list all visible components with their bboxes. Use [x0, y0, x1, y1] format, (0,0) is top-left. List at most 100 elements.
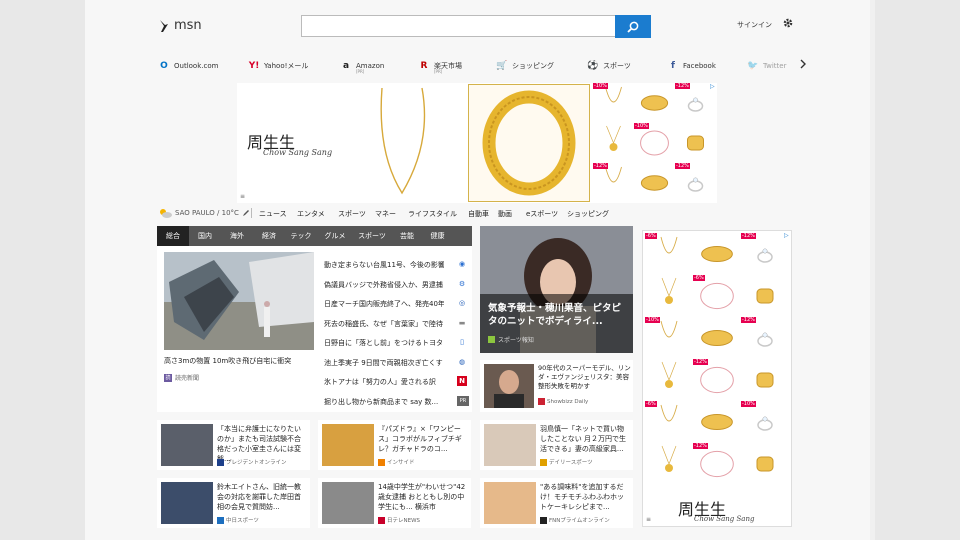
tab-6[interactable]: スポーツ	[353, 226, 391, 246]
adchoices-icon[interactable]: ▷	[710, 83, 715, 90]
headline-item[interactable]: 氷トアナは「努力の人」愛される訳	[324, 377, 444, 387]
quicklink-outlook[interactable]: O Outlook.com	[158, 58, 218, 74]
category-7[interactable]: eスポーツ	[526, 209, 558, 219]
news-card[interactable]: 「本当に弁護士になりたいのか」またも司法試験不合格だった小室圭さんには変態...…	[157, 420, 310, 470]
ad-banner-top[interactable]: 周生生 Chow Sang Sang -10% -12% -10% -12% -12% …	[237, 83, 717, 203]
card-source: 中日スポーツ	[217, 516, 259, 524]
tab-4[interactable]: テック	[285, 226, 317, 246]
quicklink-label: スポーツ	[603, 62, 631, 70]
news-card[interactable]: 14歳中学生が"わいせつ"42歳女逮捕 おとともし別の中学生にも... 横浜市日…	[318, 478, 471, 528]
signin-link[interactable]: サインイン	[737, 20, 772, 30]
card-source: デイリースポーツ	[540, 458, 593, 466]
category-8[interactable]: ショッピング	[567, 209, 609, 219]
quicklink-rakuten[interactable]: R 楽天市場 [PR]	[418, 58, 462, 74]
scrollbar[interactable]	[870, 0, 875, 540]
gold-necklace-image	[380, 87, 426, 195]
msn-logo[interactable]: msn	[158, 18, 202, 33]
headline-item[interactable]: 日産マーチ国内販売終了へ、発売40年	[324, 299, 444, 309]
category-3[interactable]: マネー	[375, 209, 396, 219]
cloud-icon: ◉	[458, 260, 466, 268]
jewelry-tile	[701, 245, 733, 263]
card-source: FNNプライムオンライン	[540, 516, 610, 524]
jewelry-tile	[640, 95, 669, 111]
category-0[interactable]: ニュース	[259, 209, 287, 219]
ad-banner-side[interactable]: -6% -12% -6% -10% -12% -12% -6% -10% -12% 周生生 Ch…	[642, 230, 792, 527]
chevron-right-icon[interactable]	[799, 59, 807, 69]
jewelry-tile	[640, 130, 669, 156]
headline-item[interactable]: 掘り出し物から新商品まで say 数...	[324, 397, 444, 407]
quicklink-facebook[interactable]: f Facebook	[667, 58, 716, 74]
jewelry-tile	[687, 135, 704, 151]
quicklink-cart[interactable]: 🛒 ショッピング	[496, 58, 554, 74]
weather-widget[interactable]: SAO PAULO / 10°C	[158, 208, 250, 218]
jewelry-grid: -10% -12% -10% -12% -12%	[593, 83, 717, 203]
tab-8[interactable]: 健康	[423, 226, 452, 246]
ad-choices-icon[interactable]: ≡	[240, 193, 245, 200]
category-1[interactable]: エンタメ	[297, 209, 325, 219]
category-2[interactable]: スポーツ	[338, 209, 366, 219]
gold-bracelet-image	[468, 84, 590, 202]
card-title: 『パズドラ』×「ワンピース」コラボがルフィブチギレ？ガチャドラのコ...	[378, 425, 462, 453]
logo-text: msn	[174, 18, 202, 33]
news-card[interactable]: 羽鳥慎一「ネットで買い物したことない 月２万円で生活できる」妻の高級家具... デ…	[480, 420, 633, 470]
feature-story[interactable]: 気象予報士・穂川果音、ピタピタのニットでボディライ... スポーツ報知	[480, 226, 633, 353]
news-card[interactable]: "ある調味料"を追加するだけ！モチモチふわふわホットケーキレシピまで... FNN…	[480, 478, 633, 528]
category-6[interactable]: 動画	[498, 209, 512, 219]
quicklink-label: Twitter	[763, 62, 787, 70]
tab-2[interactable]: 海外	[221, 226, 253, 246]
n-icon: N	[457, 376, 467, 386]
jewelry-tile	[700, 282, 734, 310]
pencil-icon[interactable]	[242, 209, 250, 217]
gear-icon[interactable]	[782, 17, 794, 29]
news-icon: ▬	[458, 318, 466, 327]
headline-item[interactable]: 死去の稲盛氏、なぜ「言葉家」で陸待	[324, 319, 444, 329]
feature-source: スポーツ報知	[488, 335, 534, 344]
search-input[interactable]	[301, 15, 651, 37]
main-story-source: 読 読売新聞	[164, 373, 200, 382]
msn-page: msn サインイン O Outlook.com Y! Yahoo!メール a Amazon…	[85, 0, 875, 540]
headline-item[interactable]: 池上季実子 9日間で両親相次ぎ亡くす	[324, 358, 444, 368]
person-icon: ◍	[458, 357, 466, 366]
news-card[interactable]: 鈴木エイトさん、旧統一教会の対応を謝罪した岸田首相の会見で質問妨... 中日スポー…	[157, 478, 310, 528]
tab-7[interactable]: 芸能	[391, 226, 423, 246]
jewelry-tile	[700, 366, 734, 394]
sun-cloud-icon	[160, 209, 172, 218]
card-title: "ある調味料"を追加するだけ！モチモチふわふわホットケーキレシピまで...	[540, 483, 624, 511]
headline-item[interactable]: 動き定まらない台風11号、今後の影響	[324, 260, 444, 270]
jewelry-tile	[660, 320, 678, 338]
category-4[interactable]: ライフスタイル	[408, 209, 457, 219]
divider	[251, 208, 252, 218]
discount-badge: -6%	[645, 233, 657, 239]
amazon-icon: a	[342, 61, 350, 71]
quicklink-label: Yahoo!メール	[264, 62, 309, 70]
main-story-image[interactable]	[164, 252, 314, 350]
tab-1[interactable]: 国内	[189, 226, 221, 246]
ad-side-choices-icon[interactable]: ≡	[646, 516, 651, 523]
tab-0[interactable]: 総合	[157, 226, 189, 246]
jewelry-tile	[640, 175, 669, 191]
jewelry-tile	[687, 177, 704, 192]
tab-3[interactable]: 経済	[253, 226, 285, 246]
source-logo-icon	[378, 516, 385, 524]
card-thumb	[484, 424, 536, 466]
discount-badge: -10%	[634, 123, 649, 129]
quicklink-amazon[interactable]: a Amazon [PR]	[340, 58, 384, 74]
news-box: 高さ3mの物置 10m吹き飛び自宅に衝突 読 読売新聞 動き定まらない台風11号…	[157, 246, 472, 412]
ad-side-adchoices-icon[interactable]: ▷	[784, 232, 789, 239]
headline-item[interactable]: 日野自に「落とし前」をつけるトヨタ	[324, 338, 444, 348]
main-story-caption[interactable]: 高さ3mの物置 10m吹き飛び自宅に衝突	[164, 356, 291, 366]
quicklink-sports[interactable]: ⚽ スポーツ	[587, 58, 631, 74]
category-5[interactable]: 自動車	[468, 209, 489, 219]
feature-small-card[interactable]: 90年代のスーパーモデル、リンダ・エヴァンジェリスタ：美容整形失敗を明かす Sh…	[480, 360, 633, 412]
quicklink-twitter[interactable]: 🐦 Twitter	[747, 58, 786, 74]
tab-5[interactable]: グルメ	[317, 226, 353, 246]
headline-item[interactable]: 偽議員バッジで外務省侵入か、男逮捕	[324, 280, 444, 290]
search-button[interactable]	[615, 15, 651, 38]
news-card[interactable]: 『パズドラ』×「ワンピース」コラボがルフィブチギレ？ガチャドラのコ... インサイ…	[318, 420, 471, 470]
quicklink-yahoo[interactable]: Y! Yahoo!メール	[248, 58, 309, 74]
feature-small-source: Showbizz Daily	[538, 398, 588, 405]
discount-badge: -12%	[741, 317, 756, 323]
hochi-icon	[488, 336, 495, 343]
ad-side-brand: 周生生 Chow Sang Sang	[678, 500, 755, 523]
jewelry-tile	[756, 456, 774, 472]
